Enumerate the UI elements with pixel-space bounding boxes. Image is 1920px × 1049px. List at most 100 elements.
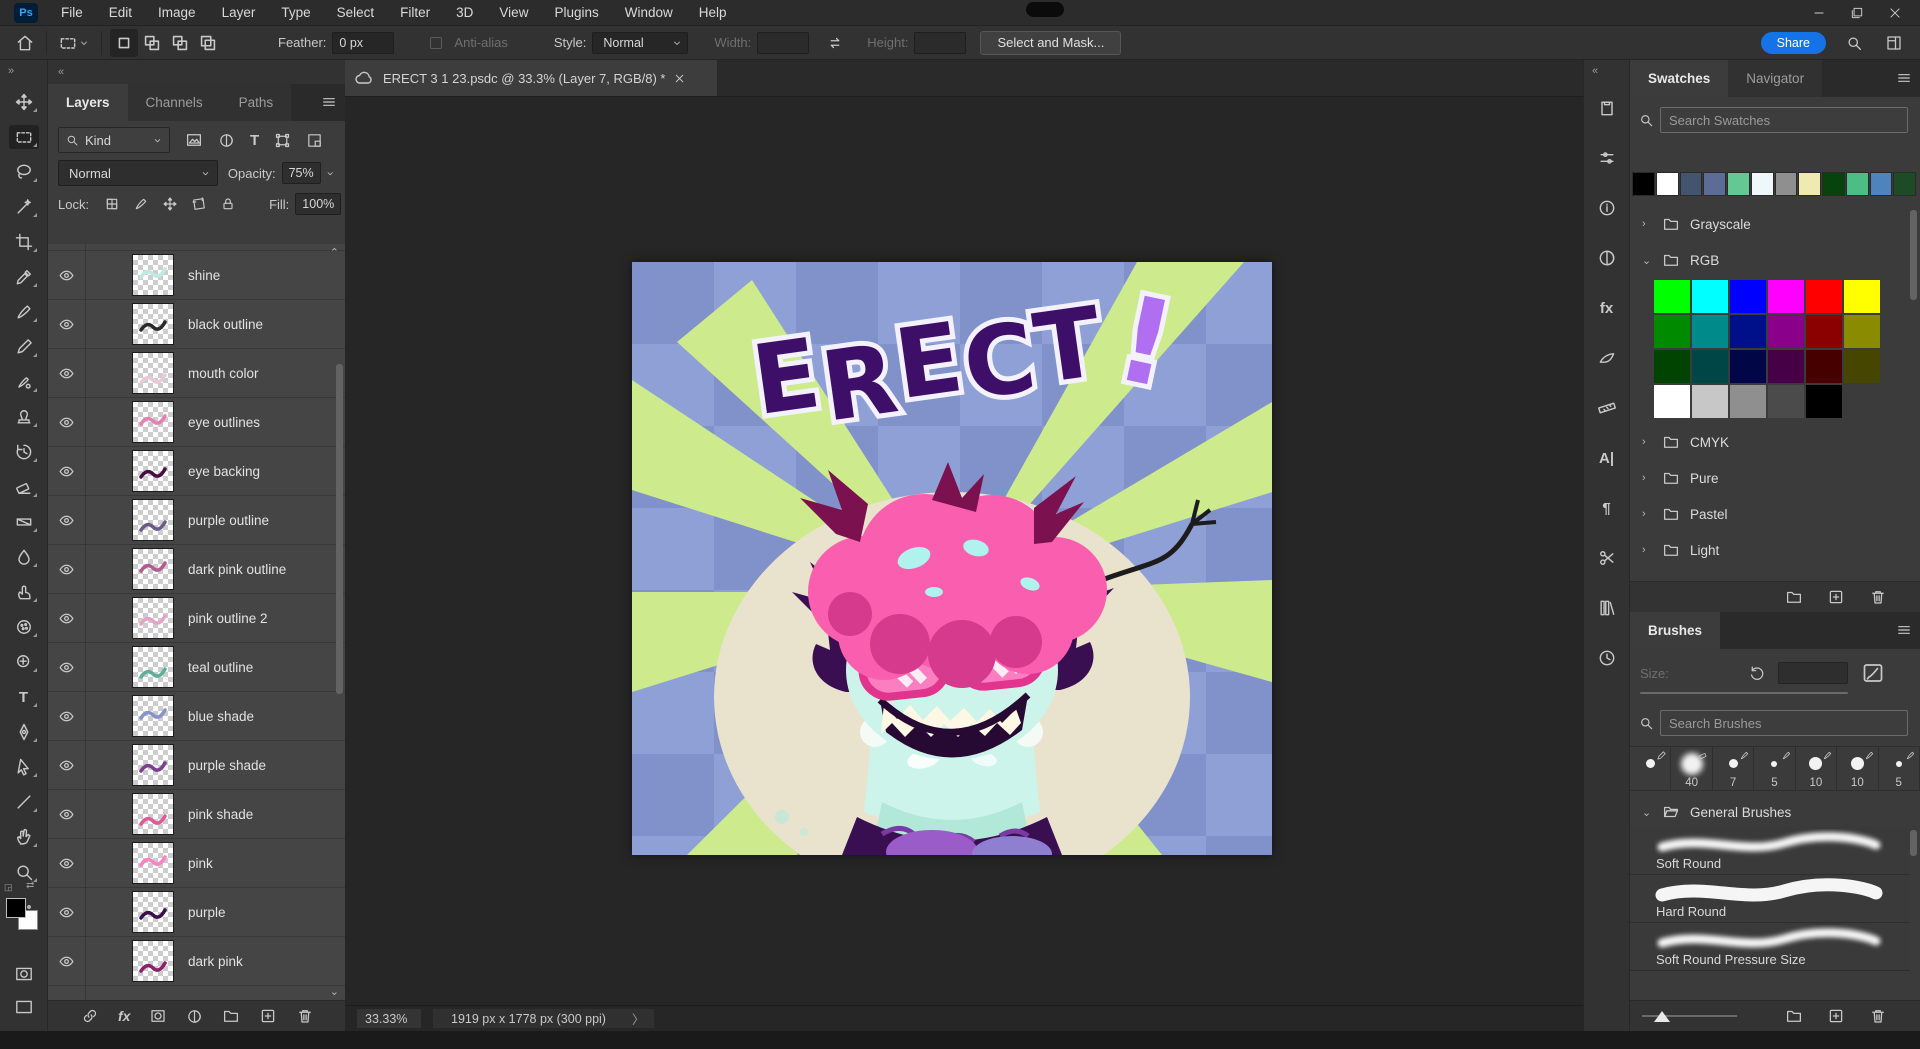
swatch[interactable] xyxy=(1768,350,1804,383)
opacity-value[interactable]: 75% xyxy=(282,162,321,184)
collapse-panel-icon[interactable]: « xyxy=(48,60,345,84)
brush-preset[interactable]: 7 xyxy=(1713,747,1754,790)
eyedropper-tool[interactable] xyxy=(9,265,39,289)
swatch[interactable] xyxy=(1806,280,1842,313)
scroll-up-icon[interactable]: ⌃ xyxy=(330,246,339,259)
brush-size-input[interactable] xyxy=(1778,662,1848,684)
menu-edit[interactable]: Edit xyxy=(96,0,145,25)
photoshop-logo[interactable]: Ps xyxy=(14,3,38,23)
panel-icon-properties[interactable] xyxy=(1592,146,1622,170)
panel-icon-paragraph[interactable]: ¶ xyxy=(1592,496,1622,520)
layer-visibility-toggle[interactable] xyxy=(48,300,86,348)
filter-pixel-layers-icon[interactable] xyxy=(182,128,206,152)
clone-stamp-tool[interactable] xyxy=(9,405,39,429)
canvas-artwork[interactable]: ERECT ! xyxy=(632,262,1272,855)
layer-row-purple-shade[interactable]: purple shade xyxy=(48,741,345,790)
swatch[interactable] xyxy=(1870,172,1893,196)
swap-dimensions-icon[interactable] xyxy=(823,31,847,55)
panel-icon-history[interactable] xyxy=(1592,646,1622,670)
rectangular-marquee-tool[interactable] xyxy=(9,125,39,149)
swatch[interactable] xyxy=(1654,350,1690,383)
swatch[interactable] xyxy=(1730,385,1766,418)
filter-smart-objects-icon[interactable] xyxy=(303,129,326,152)
swatch-group-pastel[interactable]: ›Pastel xyxy=(1630,496,1910,532)
tab-channels[interactable]: Channels xyxy=(128,84,221,121)
menu-3d[interactable]: 3D xyxy=(443,0,486,25)
hand-tool[interactable] xyxy=(9,825,39,849)
layer-row-eye-backing[interactable]: eye backing xyxy=(48,447,345,496)
panel-menu-icon[interactable] xyxy=(321,94,337,110)
intersect-selection-mode[interactable] xyxy=(194,29,222,57)
lock-position-icon[interactable] xyxy=(159,193,181,215)
width-input[interactable] xyxy=(757,32,809,54)
brush-preset[interactable] xyxy=(1630,747,1671,790)
new-group-icon[interactable] xyxy=(219,1004,243,1028)
swatches-scrollbar[interactable] xyxy=(1910,210,1917,300)
crop-tool[interactable] xyxy=(9,230,39,254)
layer-row-pink-outline-2[interactable]: pink outline 2 xyxy=(48,594,345,643)
quick-mask-icon[interactable] xyxy=(13,965,35,983)
new-brush-group-icon[interactable] xyxy=(1782,1004,1806,1028)
layer-visibility-toggle[interactable] xyxy=(48,643,86,691)
swatch-group-light[interactable]: ›Light xyxy=(1630,532,1910,568)
blend-mode-select[interactable]: Normal xyxy=(58,160,218,186)
brush-preview-slider[interactable] xyxy=(1642,1015,1737,1017)
swatch-group-grayscale[interactable]: ›Grayscale xyxy=(1630,206,1910,242)
add-layer-mask-icon[interactable] xyxy=(146,1004,170,1028)
brush-preset[interactable]: 5 xyxy=(1754,747,1795,790)
layer-visibility-toggle[interactable] xyxy=(48,447,86,495)
feather-input[interactable] xyxy=(332,32,394,54)
sponge-tool[interactable] xyxy=(9,615,39,639)
swatch-group-cmyk[interactable]: ›CMYK xyxy=(1630,424,1910,460)
history-brush-tool[interactable] xyxy=(9,440,39,464)
layer-row-dark-pink-outline[interactable]: dark pink outline xyxy=(48,545,345,594)
brush-item-soft-round-pressure-size[interactable]: Soft Round Pressure Size xyxy=(1630,923,1910,971)
close-tab-icon[interactable] xyxy=(673,72,686,85)
marquee-tool-preset[interactable] xyxy=(55,30,93,56)
menu-select[interactable]: Select xyxy=(324,0,388,25)
swatch-group-pure[interactable]: ›Pure xyxy=(1630,460,1910,496)
layer-row-partial[interactable] xyxy=(48,986,345,1000)
tab-swatches[interactable]: Swatches xyxy=(1630,60,1728,97)
brush-size-slider[interactable] xyxy=(1640,692,1848,694)
minimize-button[interactable] xyxy=(1804,2,1834,24)
pencil-tool[interactable] xyxy=(9,335,39,359)
layer-row-pink[interactable]: pink xyxy=(48,839,345,888)
search-icon[interactable] xyxy=(1842,31,1866,55)
swatch[interactable] xyxy=(1768,315,1804,348)
layer-thumbnail[interactable] xyxy=(132,254,174,296)
screen-mode-icon[interactable] xyxy=(13,998,35,1016)
swatch[interactable] xyxy=(1654,385,1690,418)
new-brush-icon[interactable] xyxy=(1824,1004,1848,1028)
menu-layer[interactable]: Layer xyxy=(209,0,269,25)
brush-preset[interactable]: 10 xyxy=(1796,747,1837,790)
eraser-tool[interactable] xyxy=(9,475,39,499)
mixer-brush-tool[interactable] xyxy=(9,370,39,394)
status-chevron-icon[interactable]: 〉 xyxy=(632,1009,645,1028)
layer-row-black-outline[interactable]: black outline xyxy=(48,300,345,349)
layer-visibility-toggle[interactable] xyxy=(48,692,86,740)
panel-icon-character[interactable]: A| xyxy=(1592,446,1622,470)
delete-swatch-icon[interactable] xyxy=(1866,585,1890,609)
layer-thumbnail[interactable] xyxy=(132,646,174,688)
swatch[interactable] xyxy=(1846,172,1869,196)
line-tool[interactable] xyxy=(9,790,39,814)
panel-icon-effects[interactable]: fx xyxy=(1592,296,1622,320)
smudge-tool[interactable] xyxy=(9,580,39,604)
path-selection-tool[interactable] xyxy=(9,755,39,779)
delete-layer-icon[interactable] xyxy=(293,1004,317,1028)
panel-icon-info[interactable] xyxy=(1592,196,1622,220)
workspace-icon[interactable] xyxy=(1882,31,1906,55)
swatch-group-rgb[interactable]: ⌄RGB xyxy=(1630,242,1910,278)
swatch[interactable] xyxy=(1806,350,1842,383)
filter-type-layers-icon[interactable]: T xyxy=(247,129,262,152)
restore-button[interactable] xyxy=(1842,2,1872,24)
link-layers-icon[interactable] xyxy=(78,1004,102,1028)
new-layer-icon[interactable] xyxy=(256,1004,280,1028)
panel-icon-cut[interactable] xyxy=(1592,546,1622,570)
delete-brush-icon[interactable] xyxy=(1866,1004,1890,1028)
layer-row-dark-pink[interactable]: dark pink xyxy=(48,937,345,986)
menu-window[interactable]: Window xyxy=(612,0,686,25)
brush-preset[interactable]: 40 xyxy=(1671,747,1712,790)
layer-row-pink-shade[interactable]: pink shade xyxy=(48,790,345,839)
